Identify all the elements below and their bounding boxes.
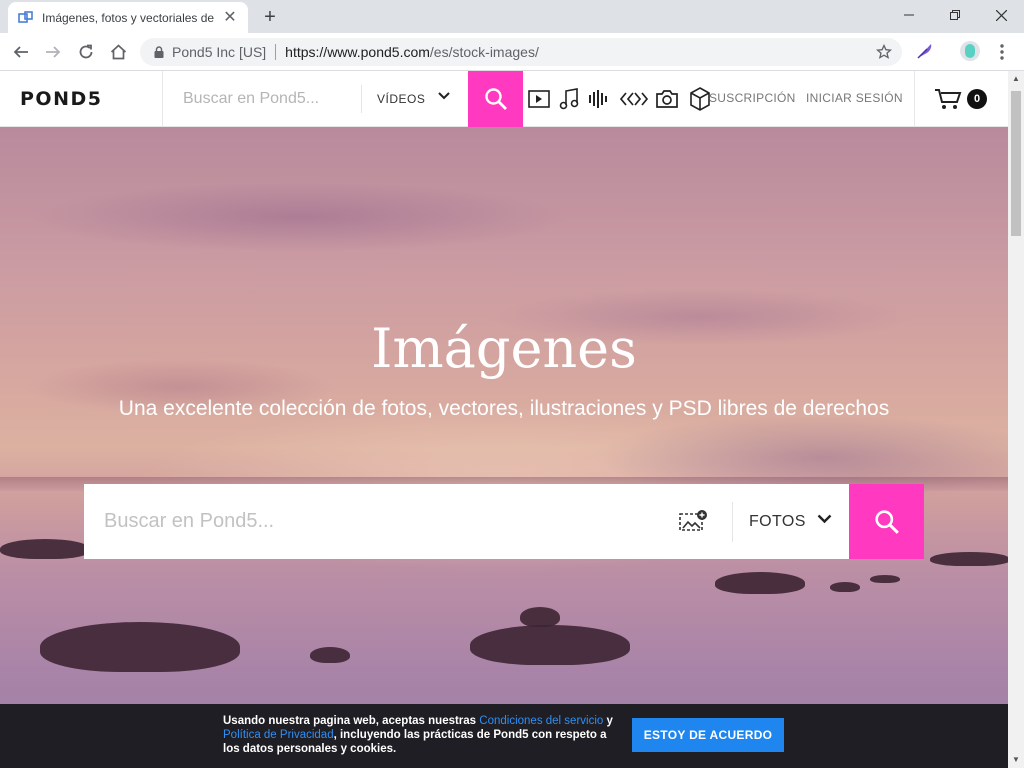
accept-cookies-button[interactable]: ESTOY DE ACUERDO [632, 718, 784, 752]
page-scrollbar[interactable]: ▲ ▼ [1008, 71, 1024, 768]
header-media-type-label: VÍDEOS [377, 92, 426, 106]
hero-rock [0, 539, 90, 559]
search-icon [484, 88, 507, 110]
browser-tab[interactable]: Imágenes, fotos y vectoriales de ✕ [8, 2, 248, 33]
hero-rock [930, 552, 1008, 566]
cart-icon [935, 89, 962, 109]
profile-avatar[interactable] [960, 41, 980, 61]
header-search-button[interactable] [468, 71, 523, 127]
url-omnibox[interactable]: Pond5 Inc [US] https://www.pond5.com/es/… [140, 38, 902, 66]
hero-rock [715, 572, 805, 594]
reload-icon[interactable] [74, 40, 98, 64]
hero-rock [470, 625, 630, 665]
privacy-link[interactable]: Política de Privacidad [223, 729, 334, 741]
cookie-message: Usando nuestra pagina web, aceptas nuest… [223, 714, 623, 756]
forward-icon[interactable] [41, 40, 65, 64]
chevron-down-icon [817, 514, 832, 524]
address-bar: Pond5 Inc [US] https://www.pond5.com/es/… [0, 33, 1024, 71]
hero-search-input[interactable]: Buscar en Pond5... [104, 484, 274, 559]
avatar-figure-icon [965, 44, 975, 58]
hero-banner: Imágenes Una excelente colección de foto… [0, 127, 1008, 768]
scroll-up-icon[interactable]: ▲ [1012, 74, 1020, 83]
hero-search-button[interactable] [849, 484, 924, 559]
hero-rock [40, 622, 240, 672]
scrollbar-thumb[interactable] [1011, 91, 1021, 236]
photo-icon[interactable] [654, 87, 680, 111]
after-effects-icon[interactable] [619, 87, 649, 111]
logo-link[interactable]: POND5 [0, 71, 163, 127]
pond5-favicon-icon [18, 10, 33, 23]
home-icon[interactable] [106, 40, 130, 64]
cart-button[interactable]: 0 [914, 71, 1008, 127]
minimize-icon[interactable] [886, 0, 932, 30]
chevron-down-icon [438, 92, 450, 100]
login-link[interactable]: INICIAR SESIÓN [806, 91, 903, 105]
terms-link[interactable]: Condiciones del servicio [479, 715, 603, 727]
hero-media-type-dropdown[interactable]: FOTOS [732, 502, 849, 542]
new-tab-icon[interactable]: + [259, 6, 281, 28]
cookie-consent-bar: Usando nuestra pagina web, aceptas nuest… [0, 704, 1008, 768]
tab-title: Imágenes, fotos y vectoriales de [42, 10, 215, 25]
hero-rock [830, 582, 860, 592]
hero-search-bar: Buscar en Pond5... FOTOS [84, 484, 924, 559]
search-icon [874, 509, 899, 534]
video-icon[interactable] [526, 87, 552, 111]
extension-feather-icon[interactable] [915, 41, 935, 61]
back-icon[interactable] [9, 40, 33, 64]
page-subtitle: Una excelente colección de fotos, vector… [118, 397, 890, 420]
browser-menu-icon[interactable] [994, 42, 1010, 62]
restore-icon[interactable] [932, 0, 978, 30]
subscription-link[interactable]: SUSCRIPCIÓN [709, 91, 796, 105]
url-path: /es/stock-images/ [429, 44, 539, 60]
url-host: https://www.pond5.com [285, 44, 430, 60]
close-window-icon[interactable] [978, 0, 1024, 30]
hero-rock [310, 647, 350, 663]
omnibox-separator [275, 44, 277, 60]
cart-count-badge: 0 [967, 89, 987, 109]
page-title: Imágenes [371, 317, 637, 380]
sound-effects-icon[interactable] [586, 87, 612, 111]
lock-icon [154, 46, 164, 58]
header-search-input[interactable]: Buscar en Pond5... [163, 71, 361, 127]
site-identity: Pond5 Inc [US] [172, 44, 267, 60]
music-icon[interactable] [556, 87, 582, 111]
browser-tab-bar: Imágenes, fotos y vectoriales de ✕ + [0, 0, 1024, 33]
scroll-down-icon[interactable]: ▼ [1012, 755, 1020, 764]
image-search-icon[interactable] [678, 509, 708, 533]
pond5-logo: POND5 [20, 88, 103, 110]
hero-rock [870, 575, 900, 583]
hero-media-type-label: FOTOS [749, 513, 806, 530]
hero-rock [520, 607, 560, 627]
site-header: POND5 Buscar en Pond5... VÍDEOS SUSCRIPC… [0, 71, 1008, 127]
tab-close-icon[interactable]: ✕ [222, 9, 238, 26]
cookie-text-1: Usando nuestra pagina web, aceptas nuest… [223, 715, 480, 727]
header-media-type-dropdown[interactable]: VÍDEOS [361, 85, 468, 113]
cookie-text-2: y [603, 715, 613, 727]
bookmark-star-icon[interactable] [876, 44, 892, 60]
